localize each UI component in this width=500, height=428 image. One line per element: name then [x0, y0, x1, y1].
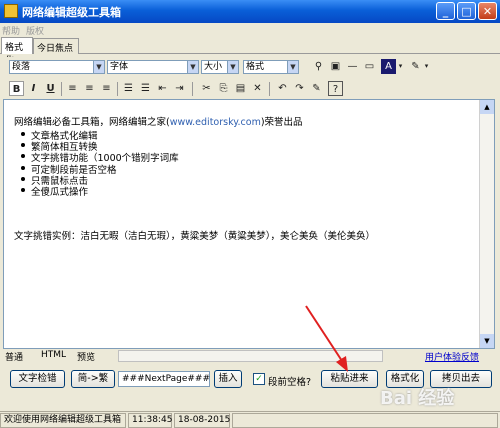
annotation-arrow-icon	[305, 305, 348, 372]
watermark-logo: Bai 经验	[380, 388, 455, 409]
